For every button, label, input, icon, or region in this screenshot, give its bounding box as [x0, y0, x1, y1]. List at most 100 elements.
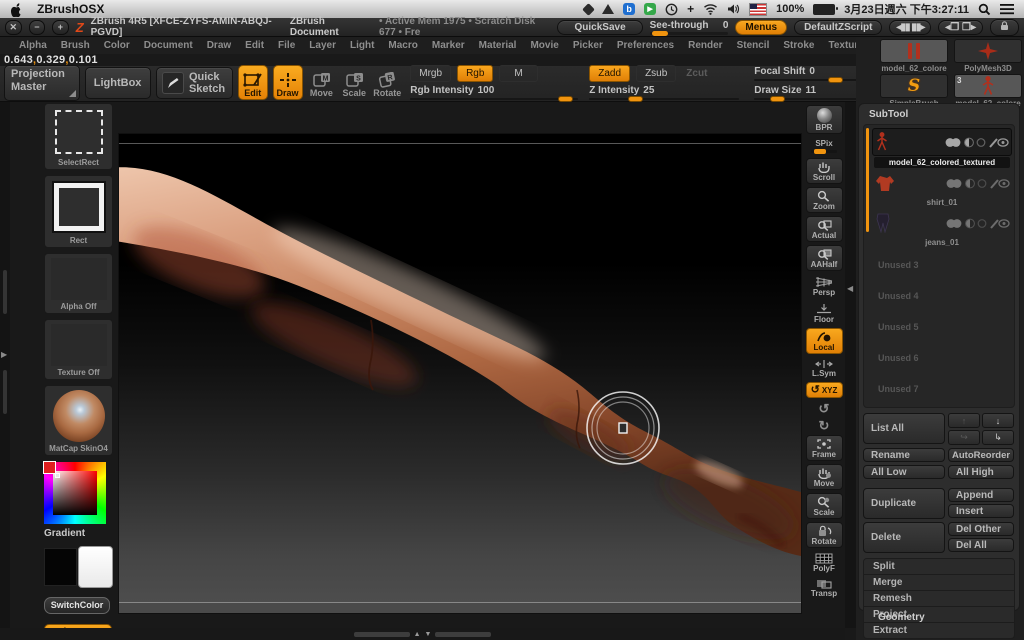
drive-icon[interactable] — [602, 2, 614, 16]
geometry-header[interactable]: Geometry — [878, 612, 925, 623]
tray-up-arrow-icon[interactable]: ▲ — [414, 631, 421, 638]
subtool-row-unused5[interactable]: Unused 5 — [872, 312, 1012, 343]
volume-icon[interactable] — [727, 2, 740, 16]
move-nav-button[interactable]: Move — [806, 464, 843, 490]
autoreorder-button[interactable]: AutoReorder — [948, 448, 1014, 462]
spix-slider[interactable]: SPix — [806, 137, 843, 155]
tray-open-arrow-icon[interactable]: ▶ — [1, 350, 7, 359]
rename-button[interactable]: Rename — [863, 448, 945, 462]
all-high-button[interactable]: All High — [948, 465, 1014, 479]
wifi-icon[interactable] — [703, 2, 718, 16]
subtool-header[interactable]: SubTool — [863, 107, 1015, 124]
scroll-button[interactable]: Scroll — [806, 158, 843, 184]
rotate-ccw-button[interactable]: ↺ — [806, 401, 843, 415]
subtool-redo-button[interactable]: ↪ — [948, 430, 980, 445]
dropbox-icon[interactable] — [584, 2, 593, 16]
subtool-row-unused3[interactable]: Unused 3 — [872, 250, 1012, 281]
notification-center-icon[interactable] — [1000, 2, 1014, 16]
spotlight-icon[interactable] — [978, 2, 991, 16]
delete-button[interactable]: Delete — [863, 522, 945, 553]
menu-layer[interactable]: Layer — [302, 39, 343, 52]
menu-render[interactable]: Render — [681, 39, 729, 52]
video-menu-icon[interactable]: ▶ — [644, 3, 656, 15]
tool-thumb-1[interactable]: model_62_colore — [878, 39, 950, 73]
tray-handle-left[interactable] — [354, 632, 410, 637]
input-language-flag-icon[interactable] — [749, 2, 767, 16]
window-zoom-button[interactable]: + — [52, 20, 69, 35]
menubar-clock[interactable]: 3月23日週六 下午3:27:11 — [844, 1, 969, 17]
rgb-button[interactable]: Rgb — [457, 65, 493, 82]
floor-button[interactable]: Floor — [806, 301, 843, 325]
frame-button[interactable]: Frame — [806, 435, 843, 461]
menu-macro[interactable]: Macro — [381, 39, 424, 52]
right-tray-divider[interactable]: ◀ — [845, 102, 856, 628]
subtool-row-unused7[interactable]: Unused 7 — [872, 374, 1012, 405]
tray-handle-right[interactable] — [435, 632, 491, 637]
subtool-row-unused6[interactable]: Unused 6 — [872, 343, 1012, 374]
color-picker-wheel[interactable] — [44, 462, 106, 524]
lightbox-button[interactable]: LightBox — [85, 67, 151, 99]
del-other-button[interactable]: Del Other — [948, 522, 1014, 536]
menu-picker[interactable]: Picker — [566, 39, 610, 52]
subtool-down-button[interactable]: ↓ — [982, 413, 1014, 428]
menu-material[interactable]: Material — [472, 39, 524, 52]
palette-dock-buttons[interactable]: ◂❐ ❐▸ — [938, 20, 983, 35]
secondary-color-swatch[interactable] — [78, 546, 113, 588]
subtool-row-selected[interactable] — [872, 128, 1012, 156]
lsym-button[interactable]: L.Sym — [806, 357, 843, 379]
local-button[interactable]: Local — [806, 328, 843, 354]
menu-brush[interactable]: Brush — [54, 39, 97, 52]
zadd-button[interactable]: Zadd — [589, 65, 630, 82]
zcut-button[interactable]: Zcut — [682, 68, 711, 79]
mac-app-title[interactable]: ZBrushOSX — [37, 2, 104, 16]
append-button[interactable]: Append — [948, 488, 1014, 502]
quicksave-button[interactable]: QuickSave — [557, 20, 642, 35]
battery-icon[interactable] — [813, 2, 835, 16]
color-picker[interactable]: Gradient — [44, 461, 113, 541]
timemachine-icon[interactable] — [665, 2, 678, 16]
b-menu-icon[interactable]: b — [623, 3, 635, 15]
default-zscript-button[interactable]: DefaultZScript — [794, 20, 882, 35]
lock-icon[interactable] — [990, 19, 1019, 36]
tool-thumb-polymesh3d[interactable]: PolyMesh3D — [952, 39, 1024, 73]
subtool-hook-button[interactable]: ↳ — [982, 430, 1014, 445]
remesh-section[interactable]: Remesh — [864, 590, 1014, 606]
menu-draw[interactable]: Draw — [200, 39, 238, 52]
insert-button[interactable]: Insert — [948, 504, 1014, 518]
apple-icon[interactable] — [10, 2, 23, 17]
switchcolor-button[interactable]: SwitchColor — [44, 597, 110, 614]
texture-selector[interactable]: Texture Off — [44, 319, 113, 380]
menu-file[interactable]: File — [271, 39, 302, 52]
subtool-up-button[interactable]: ↑ — [948, 413, 980, 428]
menu-light[interactable]: Light — [343, 39, 381, 52]
scale-mode-button[interactable]: S Scale — [340, 66, 368, 99]
menu-stroke[interactable]: Stroke — [776, 39, 821, 52]
menu-edit[interactable]: Edit — [238, 39, 271, 52]
window-minimize-button[interactable]: − — [29, 20, 46, 35]
list-all-button[interactable]: List All — [863, 413, 945, 444]
aahalf-button[interactable]: AAHalf — [806, 245, 843, 271]
transp-button[interactable]: Transp — [806, 577, 843, 599]
tray-close-arrow-icon[interactable]: ◀ — [847, 284, 853, 293]
polyf-button[interactable]: PolyF — [806, 551, 843, 574]
material-selector[interactable]: MatCap SkinO4 — [44, 385, 113, 456]
see-through-slider[interactable]: See-through0 — [650, 20, 729, 35]
bpr-button[interactable]: BPR — [806, 105, 843, 134]
xyz-button[interactable]: ↺XYZ — [806, 382, 843, 398]
zoom-button[interactable]: Zoom — [806, 187, 843, 213]
rgb-intensity-slider[interactable]: Rgb Intensity100 — [410, 85, 578, 100]
z-intensity-slider[interactable]: Z Intensity25 — [589, 85, 739, 100]
zsub-button[interactable]: Zsub — [636, 65, 676, 82]
color-swatches[interactable] — [44, 548, 113, 588]
menu-color[interactable]: Color — [97, 39, 137, 52]
menu-document[interactable]: Document — [137, 39, 200, 52]
rotate-mode-button[interactable]: R Rotate — [373, 66, 401, 99]
split-section[interactable]: Split — [864, 559, 1014, 574]
extract-section[interactable]: Extract — [864, 622, 1014, 638]
projection-master-button[interactable]: ProjectionMaster — [4, 65, 80, 101]
rotate-cw-button[interactable]: ↻ — [806, 418, 843, 432]
subtool-row-icons[interactable] — [943, 136, 1009, 149]
quick-sketch-button[interactable]: QuickSketch — [156, 67, 233, 99]
document-canvas[interactable] — [118, 133, 802, 614]
draw-mode-button[interactable]: Draw — [273, 65, 303, 100]
